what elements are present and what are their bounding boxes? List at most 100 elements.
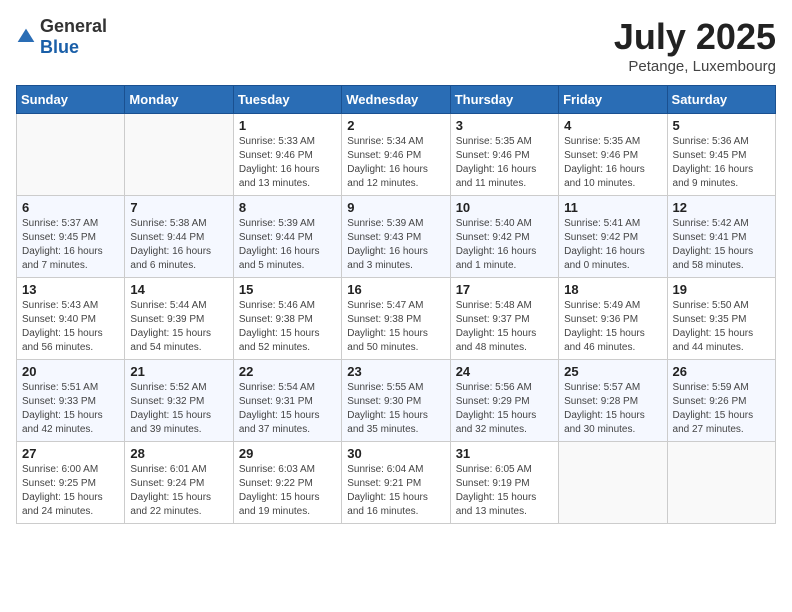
- calendar-day-cell: [667, 442, 775, 524]
- day-number: 1: [239, 118, 336, 133]
- day-info: Sunrise: 5:54 AMSunset: 9:31 PMDaylight:…: [239, 381, 336, 437]
- day-number: 24: [456, 364, 553, 379]
- day-number: 28: [130, 446, 227, 461]
- day-header-friday: Friday: [559, 86, 667, 114]
- calendar-day-cell: 15 Sunrise: 5:46 AMSunset: 9:38 PMDayligh…: [233, 278, 341, 360]
- day-number: 23: [347, 364, 444, 379]
- day-info: Sunrise: 5:47 AMSunset: 9:38 PMDaylight:…: [347, 299, 444, 355]
- day-info: Sunrise: 5:48 AMSunset: 9:37 PMDaylight:…: [456, 299, 553, 355]
- day-info: Sunrise: 5:56 AMSunset: 9:29 PMDaylight:…: [456, 381, 553, 437]
- day-number: 5: [673, 118, 770, 133]
- calendar-day-cell: 8 Sunrise: 5:39 AMSunset: 9:44 PMDaylight…: [233, 196, 341, 278]
- day-info: Sunrise: 5:49 AMSunset: 9:36 PMDaylight:…: [564, 299, 661, 355]
- day-number: 17: [456, 282, 553, 297]
- calendar-day-cell: 4 Sunrise: 5:35 AMSunset: 9:46 PMDaylight…: [559, 114, 667, 196]
- day-info: Sunrise: 5:59 AMSunset: 9:26 PMDaylight:…: [673, 381, 770, 437]
- day-info: Sunrise: 5:52 AMSunset: 9:32 PMDaylight:…: [130, 381, 227, 437]
- calendar-day-cell: [125, 114, 233, 196]
- logo-text: General Blue: [40, 16, 107, 58]
- calendar-day-cell: [17, 114, 125, 196]
- day-info: Sunrise: 5:38 AMSunset: 9:44 PMDaylight:…: [130, 217, 227, 273]
- calendar-day-cell: 26 Sunrise: 5:59 AMSunset: 9:26 PMDayligh…: [667, 360, 775, 442]
- day-info: Sunrise: 5:41 AMSunset: 9:42 PMDaylight:…: [564, 217, 661, 273]
- page-header: General Blue July 2025 Petange, Luxembou…: [16, 16, 776, 75]
- day-info: Sunrise: 5:44 AMSunset: 9:39 PMDaylight:…: [130, 299, 227, 355]
- day-info: Sunrise: 6:03 AMSunset: 9:22 PMDaylight:…: [239, 463, 336, 519]
- day-header-tuesday: Tuesday: [233, 86, 341, 114]
- day-number: 4: [564, 118, 661, 133]
- day-info: Sunrise: 6:04 AMSunset: 9:21 PMDaylight:…: [347, 463, 444, 519]
- calendar-day-cell: 22Sunrise: 5:54 AMSunset: 9:31 PMDayligh…: [233, 360, 341, 442]
- calendar-day-cell: 1 Sunrise: 5:33 AMSunset: 9:46 PMDaylight…: [233, 114, 341, 196]
- day-header-thursday: Thursday: [450, 86, 558, 114]
- calendar-day-cell: 14 Sunrise: 5:44 AMSunset: 9:39 PMDayligh…: [125, 278, 233, 360]
- calendar-week-row: 27 Sunrise: 6:00 AMSunset: 9:25 PMDayligh…: [17, 442, 776, 524]
- day-number: 29: [239, 446, 336, 461]
- day-number: 2: [347, 118, 444, 133]
- day-info: Sunrise: 5:57 AMSunset: 9:28 PMDaylight:…: [564, 381, 661, 437]
- calendar-day-cell: 21 Sunrise: 5:52 AMSunset: 9:32 PMDayligh…: [125, 360, 233, 442]
- day-number: 3: [456, 118, 553, 133]
- calendar-day-cell: 5 Sunrise: 5:36 AMSunset: 9:45 PMDaylight…: [667, 114, 775, 196]
- calendar-day-cell: 6Sunrise: 5:37 AMSunset: 9:45 PMDaylight…: [17, 196, 125, 278]
- calendar-week-row: 20 Sunrise: 5:51 AMSunset: 9:33 PMDayligh…: [17, 360, 776, 442]
- calendar-day-cell: 28Sunrise: 6:01 AMSunset: 9:24 PMDayligh…: [125, 442, 233, 524]
- calendar-day-cell: 13 Sunrise: 5:43 AMSunset: 9:40 PMDayligh…: [17, 278, 125, 360]
- day-info: Sunrise: 6:00 AMSunset: 9:25 PMDaylight:…: [22, 463, 119, 519]
- day-number: 21: [130, 364, 227, 379]
- day-header-monday: Monday: [125, 86, 233, 114]
- day-number: 7: [130, 200, 227, 215]
- day-header-saturday: Saturday: [667, 86, 775, 114]
- day-number: 14: [130, 282, 227, 297]
- day-info: Sunrise: 5:35 AMSunset: 9:46 PMDaylight:…: [456, 135, 553, 191]
- day-header-wednesday: Wednesday: [342, 86, 450, 114]
- day-number: 26: [673, 364, 770, 379]
- calendar-week-row: 1 Sunrise: 5:33 AMSunset: 9:46 PMDaylight…: [17, 114, 776, 196]
- day-info: Sunrise: 5:43 AMSunset: 9:40 PMDaylight:…: [22, 299, 119, 355]
- day-info: Sunrise: 6:05 AMSunset: 9:19 PMDaylight:…: [456, 463, 553, 519]
- day-info: Sunrise: 5:33 AMSunset: 9:46 PMDaylight:…: [239, 135, 336, 191]
- calendar-day-cell: [559, 442, 667, 524]
- day-number: 13: [22, 282, 119, 297]
- day-info: Sunrise: 5:36 AMSunset: 9:45 PMDaylight:…: [673, 135, 770, 191]
- calendar-day-cell: 31Sunrise: 6:05 AMSunset: 9:19 PMDayligh…: [450, 442, 558, 524]
- day-info: Sunrise: 5:35 AMSunset: 9:46 PMDaylight:…: [564, 135, 661, 191]
- calendar-day-cell: 2Sunrise: 5:34 AMSunset: 9:46 PMDaylight…: [342, 114, 450, 196]
- calendar-day-cell: 27 Sunrise: 6:00 AMSunset: 9:25 PMDayligh…: [17, 442, 125, 524]
- calendar-header-row: SundayMondayTuesdayWednesdayThursdayFrid…: [17, 86, 776, 114]
- location-subtitle: Petange, Luxembourg: [614, 58, 776, 75]
- day-number: 19: [673, 282, 770, 297]
- day-number: 30: [347, 446, 444, 461]
- day-number: 8: [239, 200, 336, 215]
- day-info: Sunrise: 5:40 AMSunset: 9:42 PMDaylight:…: [456, 217, 553, 273]
- day-info: Sunrise: 5:39 AMSunset: 9:43 PMDaylight:…: [347, 217, 444, 273]
- day-number: 20: [22, 364, 119, 379]
- day-info: Sunrise: 5:39 AMSunset: 9:44 PMDaylight:…: [239, 217, 336, 273]
- calendar-day-cell: 29 Sunrise: 6:03 AMSunset: 9:22 PMDayligh…: [233, 442, 341, 524]
- calendar-day-cell: 18Sunrise: 5:49 AMSunset: 9:36 PMDayligh…: [559, 278, 667, 360]
- calendar-day-cell: 9Sunrise: 5:39 AMSunset: 9:43 PMDaylight…: [342, 196, 450, 278]
- day-number: 16: [347, 282, 444, 297]
- calendar-day-cell: 25 Sunrise: 5:57 AMSunset: 9:28 PMDayligh…: [559, 360, 667, 442]
- calendar-day-cell: 23Sunrise: 5:55 AMSunset: 9:30 PMDayligh…: [342, 360, 450, 442]
- calendar-day-cell: 3 Sunrise: 5:35 AMSunset: 9:46 PMDaylight…: [450, 114, 558, 196]
- calendar-week-row: 13 Sunrise: 5:43 AMSunset: 9:40 PMDayligh…: [17, 278, 776, 360]
- calendar-day-cell: 17 Sunrise: 5:48 AMSunset: 9:37 PMDayligh…: [450, 278, 558, 360]
- day-header-sunday: Sunday: [17, 86, 125, 114]
- logo: General Blue: [16, 16, 107, 58]
- day-number: 25: [564, 364, 661, 379]
- calendar-day-cell: 7 Sunrise: 5:38 AMSunset: 9:44 PMDaylight…: [125, 196, 233, 278]
- calendar-day-cell: 30 Sunrise: 6:04 AMSunset: 9:21 PMDayligh…: [342, 442, 450, 524]
- calendar-week-row: 6Sunrise: 5:37 AMSunset: 9:45 PMDaylight…: [17, 196, 776, 278]
- day-number: 11: [564, 200, 661, 215]
- calendar-day-cell: 20 Sunrise: 5:51 AMSunset: 9:33 PMDayligh…: [17, 360, 125, 442]
- calendar-day-cell: 10Sunrise: 5:40 AMSunset: 9:42 PMDayligh…: [450, 196, 558, 278]
- calendar-day-cell: 11 Sunrise: 5:41 AMSunset: 9:42 PMDayligh…: [559, 196, 667, 278]
- day-info: Sunrise: 5:50 AMSunset: 9:35 PMDaylight:…: [673, 299, 770, 355]
- day-info: Sunrise: 5:46 AMSunset: 9:38 PMDaylight:…: [239, 299, 336, 355]
- month-year-title: July 2025: [614, 16, 776, 58]
- day-number: 15: [239, 282, 336, 297]
- day-number: 27: [22, 446, 119, 461]
- day-info: Sunrise: 5:51 AMSunset: 9:33 PMDaylight:…: [22, 381, 119, 437]
- logo-general: General: [40, 16, 107, 36]
